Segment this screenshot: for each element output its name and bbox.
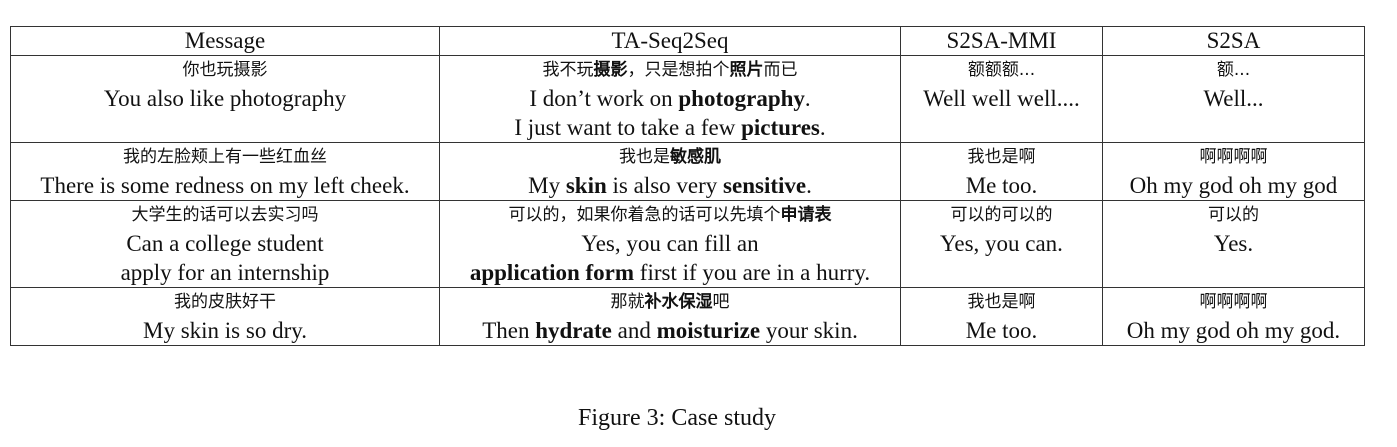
s2sa-cell: 额... Well... [1102, 55, 1365, 143]
s2sa-mmi-cell: 额额额... Well well well.... [900, 55, 1103, 143]
ta-seq2seq-zh: 那就补水保湿吧 [610, 292, 730, 312]
ta-seq2seq-en: I don’t work on photography. [529, 86, 811, 111]
s2sa-mmi-en: Well well well.... [923, 86, 1080, 111]
message-en: Can a college student [126, 231, 324, 256]
message-en: You also like photography [103, 86, 347, 111]
header-message: Message [10, 26, 440, 56]
header-s2sa: S2SA [1102, 26, 1365, 56]
table-row: 大学生的话可以去实习吗 Can a college student apply … [10, 200, 1365, 288]
s2sa-mmi-en: Yes, you can. [940, 231, 1063, 256]
s2sa-en: Yes. [1213, 231, 1254, 256]
s2sa-zh: 啊啊啊啊 [1199, 292, 1268, 312]
ta-seq2seq-cell: 那就补水保湿吧 Then hydrate and moisturize your… [439, 287, 901, 346]
s2sa-mmi-zh: 我也是啊 [967, 147, 1036, 167]
keyword: 摄影 [593, 60, 628, 80]
s2sa-mmi-zh: 我也是啊 [967, 292, 1036, 312]
s2sa-cell: 啊啊啊啊 Oh my god oh my god. [1102, 287, 1365, 346]
ta-seq2seq-en: Then hydrate and moisturize your skin. [482, 318, 858, 343]
header-s2sa-mmi: S2SA-MMI [900, 26, 1103, 56]
s2sa-mmi-cell: 我也是啊 Me too. [900, 287, 1103, 346]
ta-seq2seq-cell: 可以的，如果你着急的话可以先填个申请表 Yes, you can fill an… [439, 200, 901, 288]
table-row: 我的左脸颊上有一些红血丝 There is some redness on my… [10, 142, 1365, 201]
s2sa-mmi-zh: 额额额... [967, 60, 1036, 80]
case-study-table: Message TA-Seq2Seq S2SA-MMI S2SA 你也玩摄影 Y… [10, 26, 1365, 346]
ta-seq2seq-en: My skin is also very sensitive. [528, 173, 812, 198]
s2sa-zh: 额... [1216, 60, 1251, 80]
keyword: skin [565, 173, 607, 198]
s2sa-mmi-cell: 我也是啊 Me too. [900, 142, 1103, 201]
ta-seq2seq-zh: 我也是敏感肌 [619, 147, 721, 167]
message-zh: 我的皮肤好干 [174, 292, 276, 312]
s2sa-en: Oh my god oh my god. [1126, 318, 1341, 343]
keyword: moisturize [656, 318, 761, 343]
message-cell: 大学生的话可以去实习吗 Can a college student apply … [10, 200, 440, 288]
message-zh: 我的左脸颊上有一些红血丝 [123, 147, 327, 167]
ta-seq2seq-zh: 可以的，如果你着急的话可以先填个申请表 [508, 205, 832, 225]
ta-seq2seq-en: application form first if you are in a h… [469, 260, 871, 285]
table-row: 我的皮肤好干 My skin is so dry. 那就补水保湿吧 Then h… [10, 287, 1365, 346]
message-zh: 大学生的话可以去实习吗 [131, 205, 319, 225]
message-cell: 我的皮肤好干 My skin is so dry. [10, 287, 440, 346]
s2sa-cell: 啊啊啊啊 Oh my god oh my god [1102, 142, 1365, 201]
message-zh: 你也玩摄影 [182, 60, 268, 80]
s2sa-mmi-zh: 可以的可以的 [950, 205, 1053, 225]
s2sa-zh: 啊啊啊啊 [1199, 147, 1268, 167]
s2sa-mmi-en: Me too. [965, 318, 1038, 343]
ta-seq2seq-en: Yes, you can fill an [581, 231, 759, 256]
keyword: application form [469, 260, 635, 285]
keyword: 照片 [729, 60, 764, 80]
keyword: hydrate [535, 318, 612, 343]
ta-seq2seq-zh: 我不玩摄影，只是想拍个照片而已 [542, 60, 798, 80]
keyword: 补水保湿 [644, 292, 713, 312]
message-en: apply for an internship [120, 260, 330, 285]
keyword: pictures [741, 115, 820, 140]
ta-seq2seq-cell: 我也是敏感肌 My skin is also very sensitive. [439, 142, 901, 201]
keyword: 申请表 [780, 205, 832, 225]
ta-seq2seq-cell: 我不玩摄影，只是想拍个照片而已 I don’t work on photogra… [439, 55, 901, 143]
message-en: There is some redness on my left cheek. [40, 173, 410, 198]
keyword: photography [678, 86, 805, 111]
s2sa-en: Well... [1203, 86, 1264, 111]
message-cell: 我的左脸颊上有一些红血丝 There is some redness on my… [10, 142, 440, 201]
message-cell: 你也玩摄影 You also like photography [10, 55, 440, 143]
table-row: 你也玩摄影 You also like photography 我不玩摄影，只是… [10, 55, 1365, 143]
s2sa-cell: 可以的 Yes. [1102, 200, 1365, 288]
s2sa-mmi-en: Me too. [965, 173, 1038, 198]
figure-caption: Figure 3: Case study [578, 405, 776, 431]
message-en: My skin is so dry. [143, 318, 307, 343]
ta-seq2seq-en: I just want to take a few pictures. [514, 115, 826, 140]
s2sa-mmi-cell: 可以的可以的 Yes, you can. [900, 200, 1103, 288]
s2sa-en: Oh my god oh my god [1129, 173, 1338, 198]
header-ta-seq2seq: TA-Seq2Seq [439, 26, 901, 56]
keyword: 敏感肌 [670, 147, 721, 167]
header-row: Message TA-Seq2Seq S2SA-MMI S2SA [10, 26, 1365, 56]
keyword: sensitive [723, 173, 807, 198]
s2sa-zh: 可以的 [1208, 205, 1259, 225]
